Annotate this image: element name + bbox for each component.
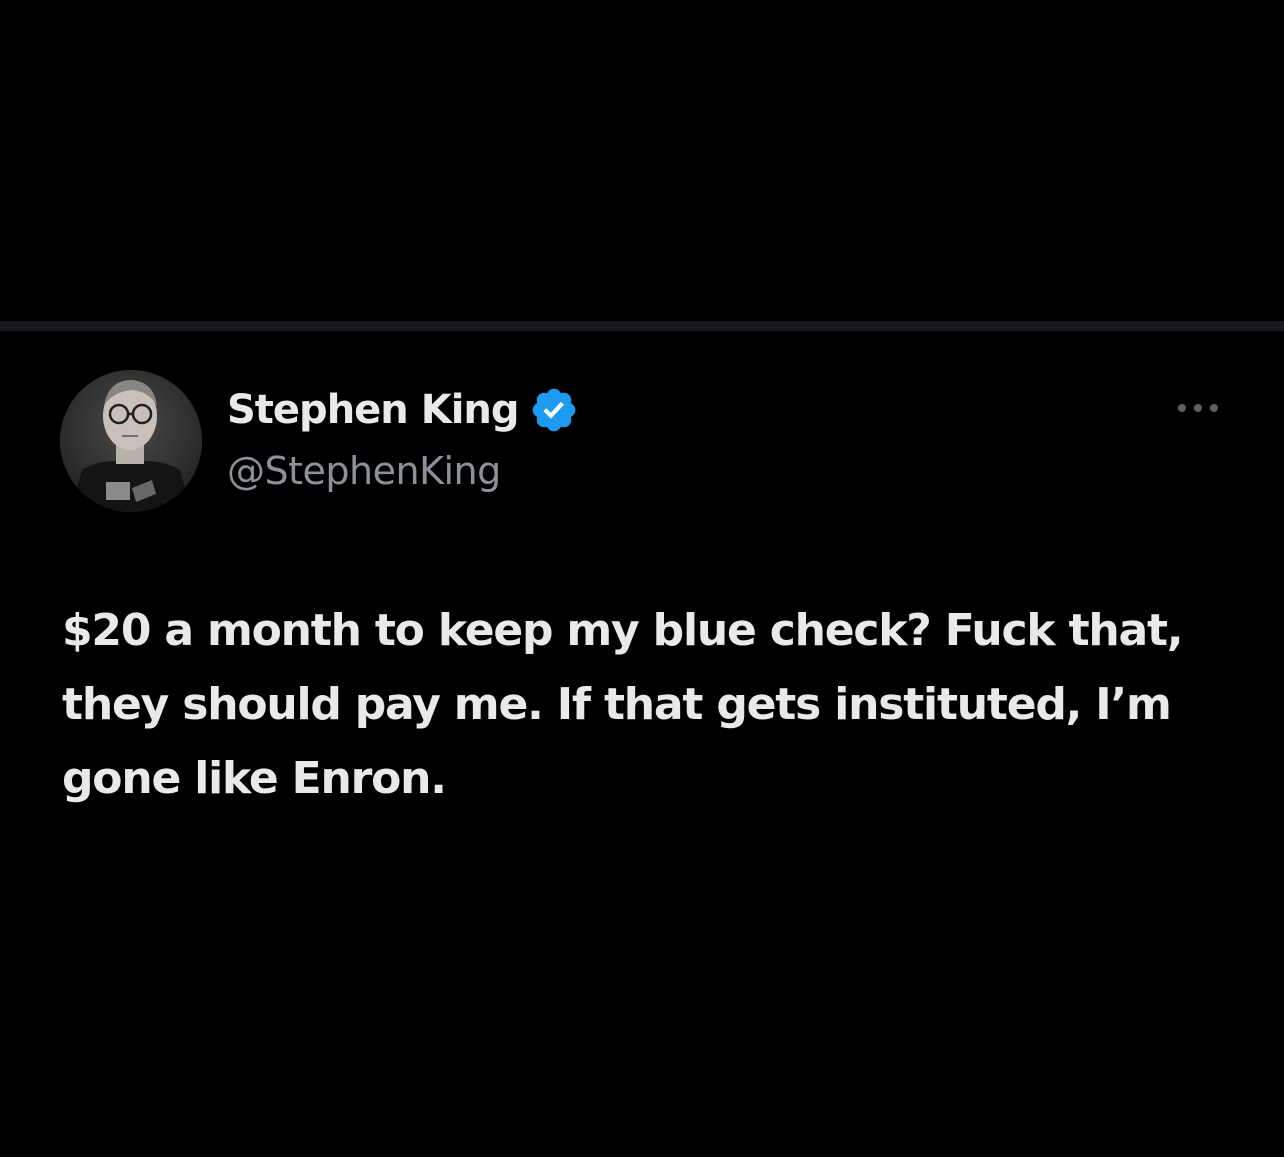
verified-badge-icon[interactable] <box>529 385 579 435</box>
section-divider <box>0 321 1284 331</box>
author-display-name[interactable]: Stephen King <box>227 385 520 435</box>
profile-photo <box>60 370 202 512</box>
tweet: Stephen King @StephenKing $20 a month to… <box>0 331 1284 1157</box>
avatar[interactable] <box>60 370 202 512</box>
author-name-row: Stephen King <box>227 385 579 435</box>
author-handle[interactable]: @StephenKing <box>227 446 501 496</box>
more-options-icon <box>1178 404 1218 412</box>
tweet-text: $20 a month to keep my blue check? Fuck … <box>62 605 1184 804</box>
more-options-button[interactable] <box>1170 393 1226 423</box>
